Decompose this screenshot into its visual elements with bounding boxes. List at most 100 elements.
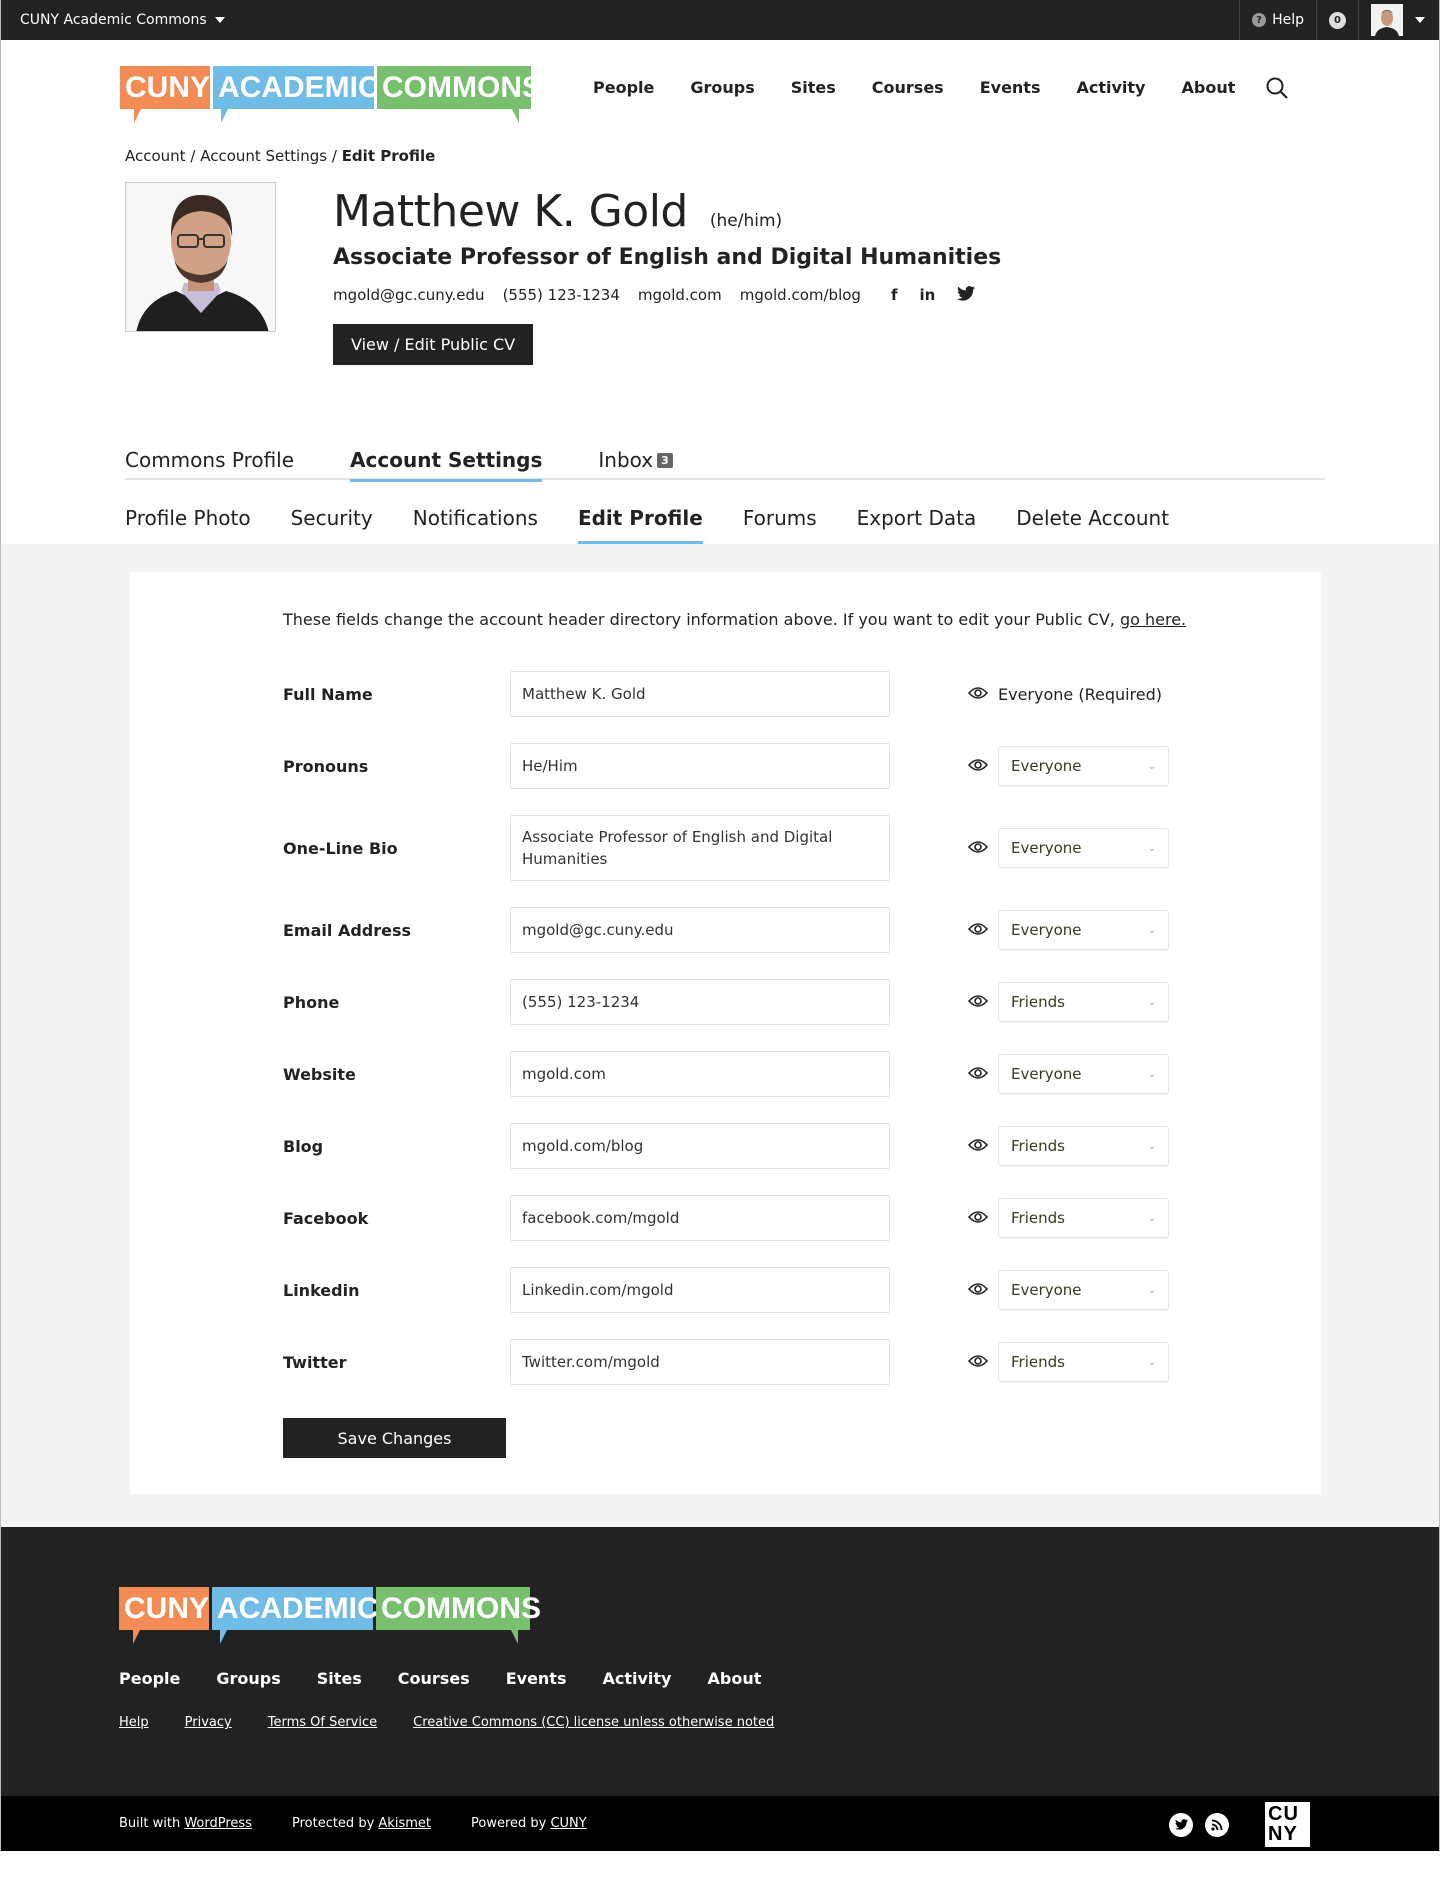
edit-profile-form: These fields change the account header d… [130,572,1321,1494]
tab-inbox-label: Inbox [598,448,654,472]
linkedin-icon[interactable]: in [919,286,935,304]
visibility-select[interactable]: Everyone ⌄ [998,1054,1169,1094]
save-changes-button[interactable]: Save Changes [283,1418,506,1458]
phone-input[interactable]: (555) 123-1234 [510,979,890,1025]
twitter-icon[interactable] [957,286,976,301]
visibility-select[interactable]: Everyone ⌄ [998,746,1169,786]
profile-email[interactable]: mgold@gc.cuny.edu [333,286,485,304]
visibility-select[interactable]: Friends ⌄ [998,1198,1169,1238]
footer-nav-activity[interactable]: Activity [602,1669,671,1688]
profile-blog[interactable]: mgold.com/blog [740,286,861,304]
eye-icon [967,1065,989,1084]
facebook-input[interactable]: facebook.com/mgold [510,1195,890,1241]
profile-website[interactable]: mgold.com [638,286,722,304]
subtab-security[interactable]: Security [291,506,373,544]
blog-input[interactable]: mgold.com/blog [510,1123,890,1169]
view-edit-cv-button[interactable]: View / Edit Public CV [333,324,534,365]
full-name-input[interactable]: Matthew K. Gold [510,671,890,717]
nav-about[interactable]: About [1181,78,1235,97]
public-cv-link[interactable]: go here. [1120,610,1186,629]
pronouns-input[interactable]: He/Him [510,743,890,789]
main-content: These fields change the account header d… [1,544,1439,1527]
visibility-select[interactable]: Everyone ⌄ [998,828,1169,868]
nav-activity[interactable]: Activity [1076,78,1145,97]
subtab-delete-account[interactable]: Delete Account [1016,506,1169,544]
footer-nav-groups[interactable]: Groups [216,1669,280,1688]
primary-tabs: Commons Profile Account Settings Inbox 3 [125,448,1325,482]
breadcrumb-separator: / [331,147,337,165]
footer-link-license[interactable]: Creative Commons (CC) license unless oth… [413,1715,774,1730]
site-logo[interactable]: CUNY ACADEMIC COMMONS [120,66,542,123]
intro-text: These fields change the account header d… [283,610,1120,629]
eye-icon [967,757,989,776]
footer-link-privacy[interactable]: Privacy [185,1715,232,1730]
visibility-select[interactable]: Friends ⌄ [998,1126,1169,1166]
nav-groups[interactable]: Groups [690,78,754,97]
footer-link-help[interactable]: Help [119,1715,149,1730]
nav-courses[interactable]: Courses [872,78,944,97]
footer-nav-about[interactable]: About [707,1669,761,1688]
site-switcher[interactable]: CUNY Academic Commons [1,12,225,28]
footer-nav-courses[interactable]: Courses [398,1669,470,1688]
wordpress-link[interactable]: WordPress [184,1816,252,1831]
facebook-icon[interactable]: f [891,286,898,304]
help-link[interactable]: ? Help [1239,0,1316,40]
visibility-select[interactable]: Friends ⌄ [998,1342,1169,1382]
field-label: Blog [283,1136,324,1156]
eye-icon [967,1353,989,1372]
twitter-icon[interactable] [1169,1812,1193,1837]
email-address-input[interactable]: mgold@gc.cuny.edu [510,907,890,953]
nav-people[interactable]: People [593,78,654,97]
subtab-profile-photo[interactable]: Profile Photo [125,506,251,544]
field-row-linkedin: Linkedin Linkedin.com/mgold Everyone ⌄ [283,1267,1321,1313]
logo-commons: COMMONS [381,1592,541,1625]
tab-account-settings[interactable]: Account Settings [350,448,543,482]
tab-commons-profile[interactable]: Commons Profile [125,448,294,480]
field-row-twitter: Twitter Twitter.com/mgold Friends ⌄ [283,1339,1321,1385]
footer-nav-events[interactable]: Events [506,1669,567,1688]
field-row-website: Website mgold.com Everyone ⌄ [283,1051,1321,1097]
footer-nav-people[interactable]: People [119,1669,180,1688]
visibility-select[interactable]: Friends ⌄ [998,982,1169,1022]
website-input[interactable]: mgold.com [510,1051,890,1097]
logo-cuny: CUNY [125,71,211,104]
breadcrumb-account-settings[interactable]: Account Settings [200,147,327,165]
visibility-value: Everyone [1011,1281,1082,1299]
subtab-notifications[interactable]: Notifications [413,506,538,544]
visibility-value: Everyone [1011,1065,1082,1083]
footer-nav-sites[interactable]: Sites [317,1669,362,1688]
rss-icon[interactable] [1205,1812,1229,1837]
profile-header: Matthew K. Gold (he/him) Associate Profe… [1,182,1439,365]
subtab-edit-profile[interactable]: Edit Profile [577,506,703,544]
visibility-value: Friends [1011,1137,1065,1155]
cuny-link[interactable]: CUNY [550,1816,586,1831]
subtab-export-data[interactable]: Export Data [857,506,977,544]
notifications-button[interactable]: 0 [1316,0,1358,40]
breadcrumb: Account / Account Settings / Edit Profil… [1,147,1439,165]
inbox-count-badge: 3 [657,453,673,468]
search-icon[interactable] [1265,76,1289,100]
linkedin-input[interactable]: Linkedin.com/mgold [510,1267,890,1313]
field-label: Facebook [283,1208,369,1228]
subtab-forums[interactable]: Forums [743,506,817,544]
logo-academic: ACADEMIC [217,1592,379,1625]
nav-events[interactable]: Events [980,78,1041,97]
profile-pronouns: (he/him) [709,211,783,231]
nav-sites[interactable]: Sites [791,78,836,97]
one-line-bio-input[interactable]: Associate Professor of English and Digit… [510,815,890,881]
visibility-select[interactable]: Everyone ⌄ [998,910,1169,950]
visibility-select[interactable]: Everyone ⌄ [998,1270,1169,1310]
footer-logo[interactable]: CUNY ACADEMIC COMMONS [119,1587,1439,1644]
twitter-input[interactable]: Twitter.com/mgold [510,1339,890,1385]
akismet-link[interactable]: Akismet [378,1816,431,1831]
footer-link-terms[interactable]: Terms Of Service [268,1715,377,1730]
powered-by-text: Powered by [470,1816,551,1831]
account-menu[interactable] [1358,0,1439,40]
tab-inbox[interactable]: Inbox 3 [598,448,673,480]
caret-down-icon [1415,17,1425,23]
main-nav: People Groups Sites Courses Events Activ… [593,78,1235,97]
breadcrumb-account[interactable]: Account [125,147,186,165]
visibility-value: Friends [1011,1353,1065,1371]
cuny-logo[interactable]: CU NY [1265,1802,1310,1847]
footer-links: Help Privacy Terms Of Service Creative C… [119,1715,1439,1730]
